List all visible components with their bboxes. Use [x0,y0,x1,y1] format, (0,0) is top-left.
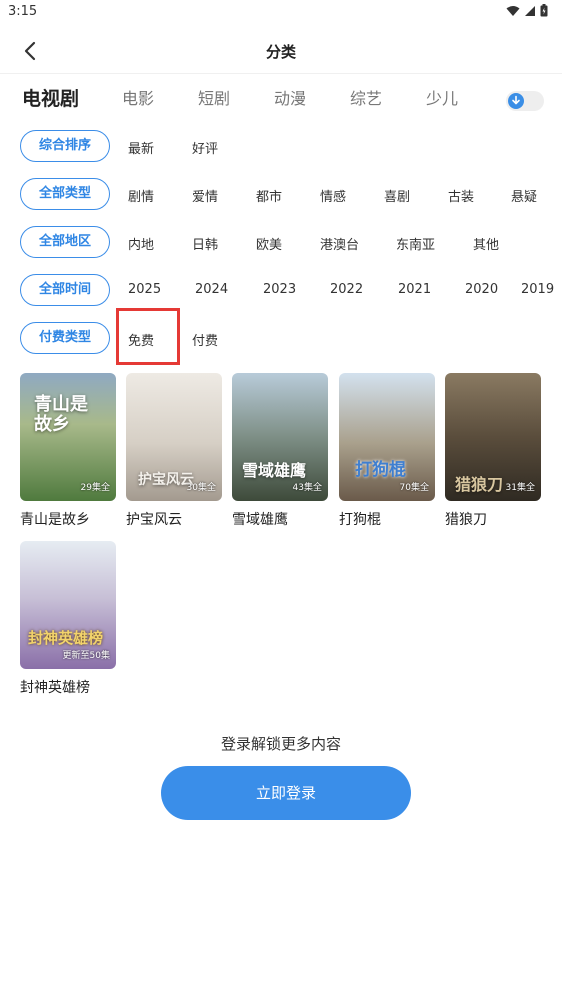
filter-row-sort: 综合排序 最新 好评 [0,130,562,164]
tab-movie[interactable]: 电影 [122,84,154,114]
battery-icon [540,4,548,17]
highlight-box [116,308,180,365]
filter-option[interactable]: 2024 [195,282,228,297]
filter-row-region: 全部地区 内地 日韩 欧美 港澳台 东南亚 其他 [0,226,562,260]
poster-image[interactable]: 雪域雄鹰 43集全 [232,373,328,501]
poster-title: 雪域雄鹰 [232,512,288,528]
status-bar: 3:15 [0,0,562,26]
episode-badge: 70集全 [399,483,429,493]
poster-image[interactable]: 猎狼刀 31集全 [445,373,541,501]
filter-option[interactable]: 都市 [256,186,282,205]
filter-option[interactable]: 好评 [192,138,218,157]
login-button[interactable]: 立即登录 [161,766,411,820]
filter-pill-fee[interactable]: 付费类型 [20,322,110,354]
filter-row-year: 全部时间 2025 2024 2023 2022 2021 2020 2019 [0,274,562,308]
login-hint: 登录解锁更多内容 [220,735,341,753]
filter-option[interactable]: 2021 [398,282,431,297]
poster-logo: 打狗棍 [355,460,406,480]
filter-option[interactable]: 爱情 [192,186,218,205]
filter-option[interactable]: 东南亚 [396,234,435,253]
filter-pill-region[interactable]: 全部地区 [20,226,110,258]
poster-card[interactable]: 打狗棍 70集全 打狗棍 [339,373,435,529]
tab-anime[interactable]: 动漫 [274,84,306,114]
filter-row-fee: 付费类型 免费 付费 [0,322,562,356]
filter-option[interactable]: 其他 [473,234,499,253]
tab-kids[interactable]: 少儿 [426,84,458,114]
episode-badge: 43集全 [292,483,322,493]
poster-logo: 青山是故乡 [34,394,88,435]
filter-option[interactable]: 日韩 [192,234,218,253]
tab-tv-series[interactable]: 电视剧 [22,84,79,114]
poster-logo: 猎狼刀 [455,475,504,494]
episode-badge: 30集全 [186,483,216,493]
poster-title: 青山是故乡 [20,512,90,528]
poster-image[interactable]: 打狗棍 70集全 [339,373,435,501]
filter-option[interactable]: 2019 [521,282,554,297]
poster-title: 封神英雄榜 [20,680,90,696]
filter-option[interactable]: 情感 [320,186,346,205]
poster-title: 护宝风云 [126,512,182,528]
wifi-icon [506,5,520,16]
filter-option-paid[interactable]: 付费 [192,330,218,349]
poster-image[interactable]: 封神英雄榜 更新至50集 [20,541,116,669]
download-icon [508,93,524,109]
filter-option[interactable]: 2023 [263,282,296,297]
poster-card[interactable]: 猎狼刀 31集全 猎狼刀 [445,373,541,529]
app-header: 分类 [0,26,562,74]
tab-short-drama[interactable]: 短剧 [198,84,230,114]
poster-card[interactable]: 雪域雄鹰 43集全 雪域雄鹰 [232,373,328,529]
poster-image[interactable]: 护宝风云 30集全 [126,373,222,501]
filter-pill-genre[interactable]: 全部类型 [20,178,110,210]
filter-option[interactable]: 悬疑 [511,186,537,205]
poster-logo: 雪域雄鹰 [242,461,307,480]
filter-option[interactable]: 欧美 [256,234,282,253]
episode-badge: 29集全 [80,483,110,493]
signal-icon [525,5,535,16]
poster-image[interactable]: 青山是故乡 29集全 [20,373,116,501]
poster-title: 打狗棍 [339,512,381,528]
poster-card[interactable]: 封神英雄榜 更新至50集 封神英雄榜 [20,541,116,697]
status-icons [506,4,548,17]
filter-option[interactable]: 最新 [128,138,154,157]
filter-row-genre: 全部类型 剧情 爱情 都市 情感 喜剧 古装 悬疑 [0,178,562,212]
filter-option[interactable]: 剧情 [128,186,154,205]
page-title: 分类 [265,43,296,61]
filter-option[interactable]: 2025 [128,282,161,297]
poster-card[interactable]: 青山是故乡 29集全 青山是故乡 [20,373,116,529]
category-tabs: 电视剧 电影 短剧 动漫 综艺 少儿 [0,84,562,120]
status-time: 3:15 [8,4,38,19]
poster-card[interactable]: 护宝风云 30集全 护宝风云 [126,373,222,529]
episode-badge: 31集全 [505,483,535,493]
filter-pill-sort[interactable]: 综合排序 [20,130,110,162]
filter-option[interactable]: 2022 [330,282,363,297]
poster-logo: 封神英雄榜 [28,629,104,647]
filter-option[interactable]: 内地 [128,234,154,253]
filter-pill-year[interactable]: 全部时间 [20,274,110,306]
filter-option[interactable]: 港澳台 [320,234,359,253]
filter-option[interactable]: 古装 [448,186,474,205]
filter-option[interactable]: 喜剧 [384,186,410,205]
filter-option[interactable]: 2020 [465,282,498,297]
tab-variety[interactable]: 综艺 [350,84,382,114]
poster-title: 猎狼刀 [445,512,487,528]
episode-badge: 更新至50集 [62,651,110,661]
